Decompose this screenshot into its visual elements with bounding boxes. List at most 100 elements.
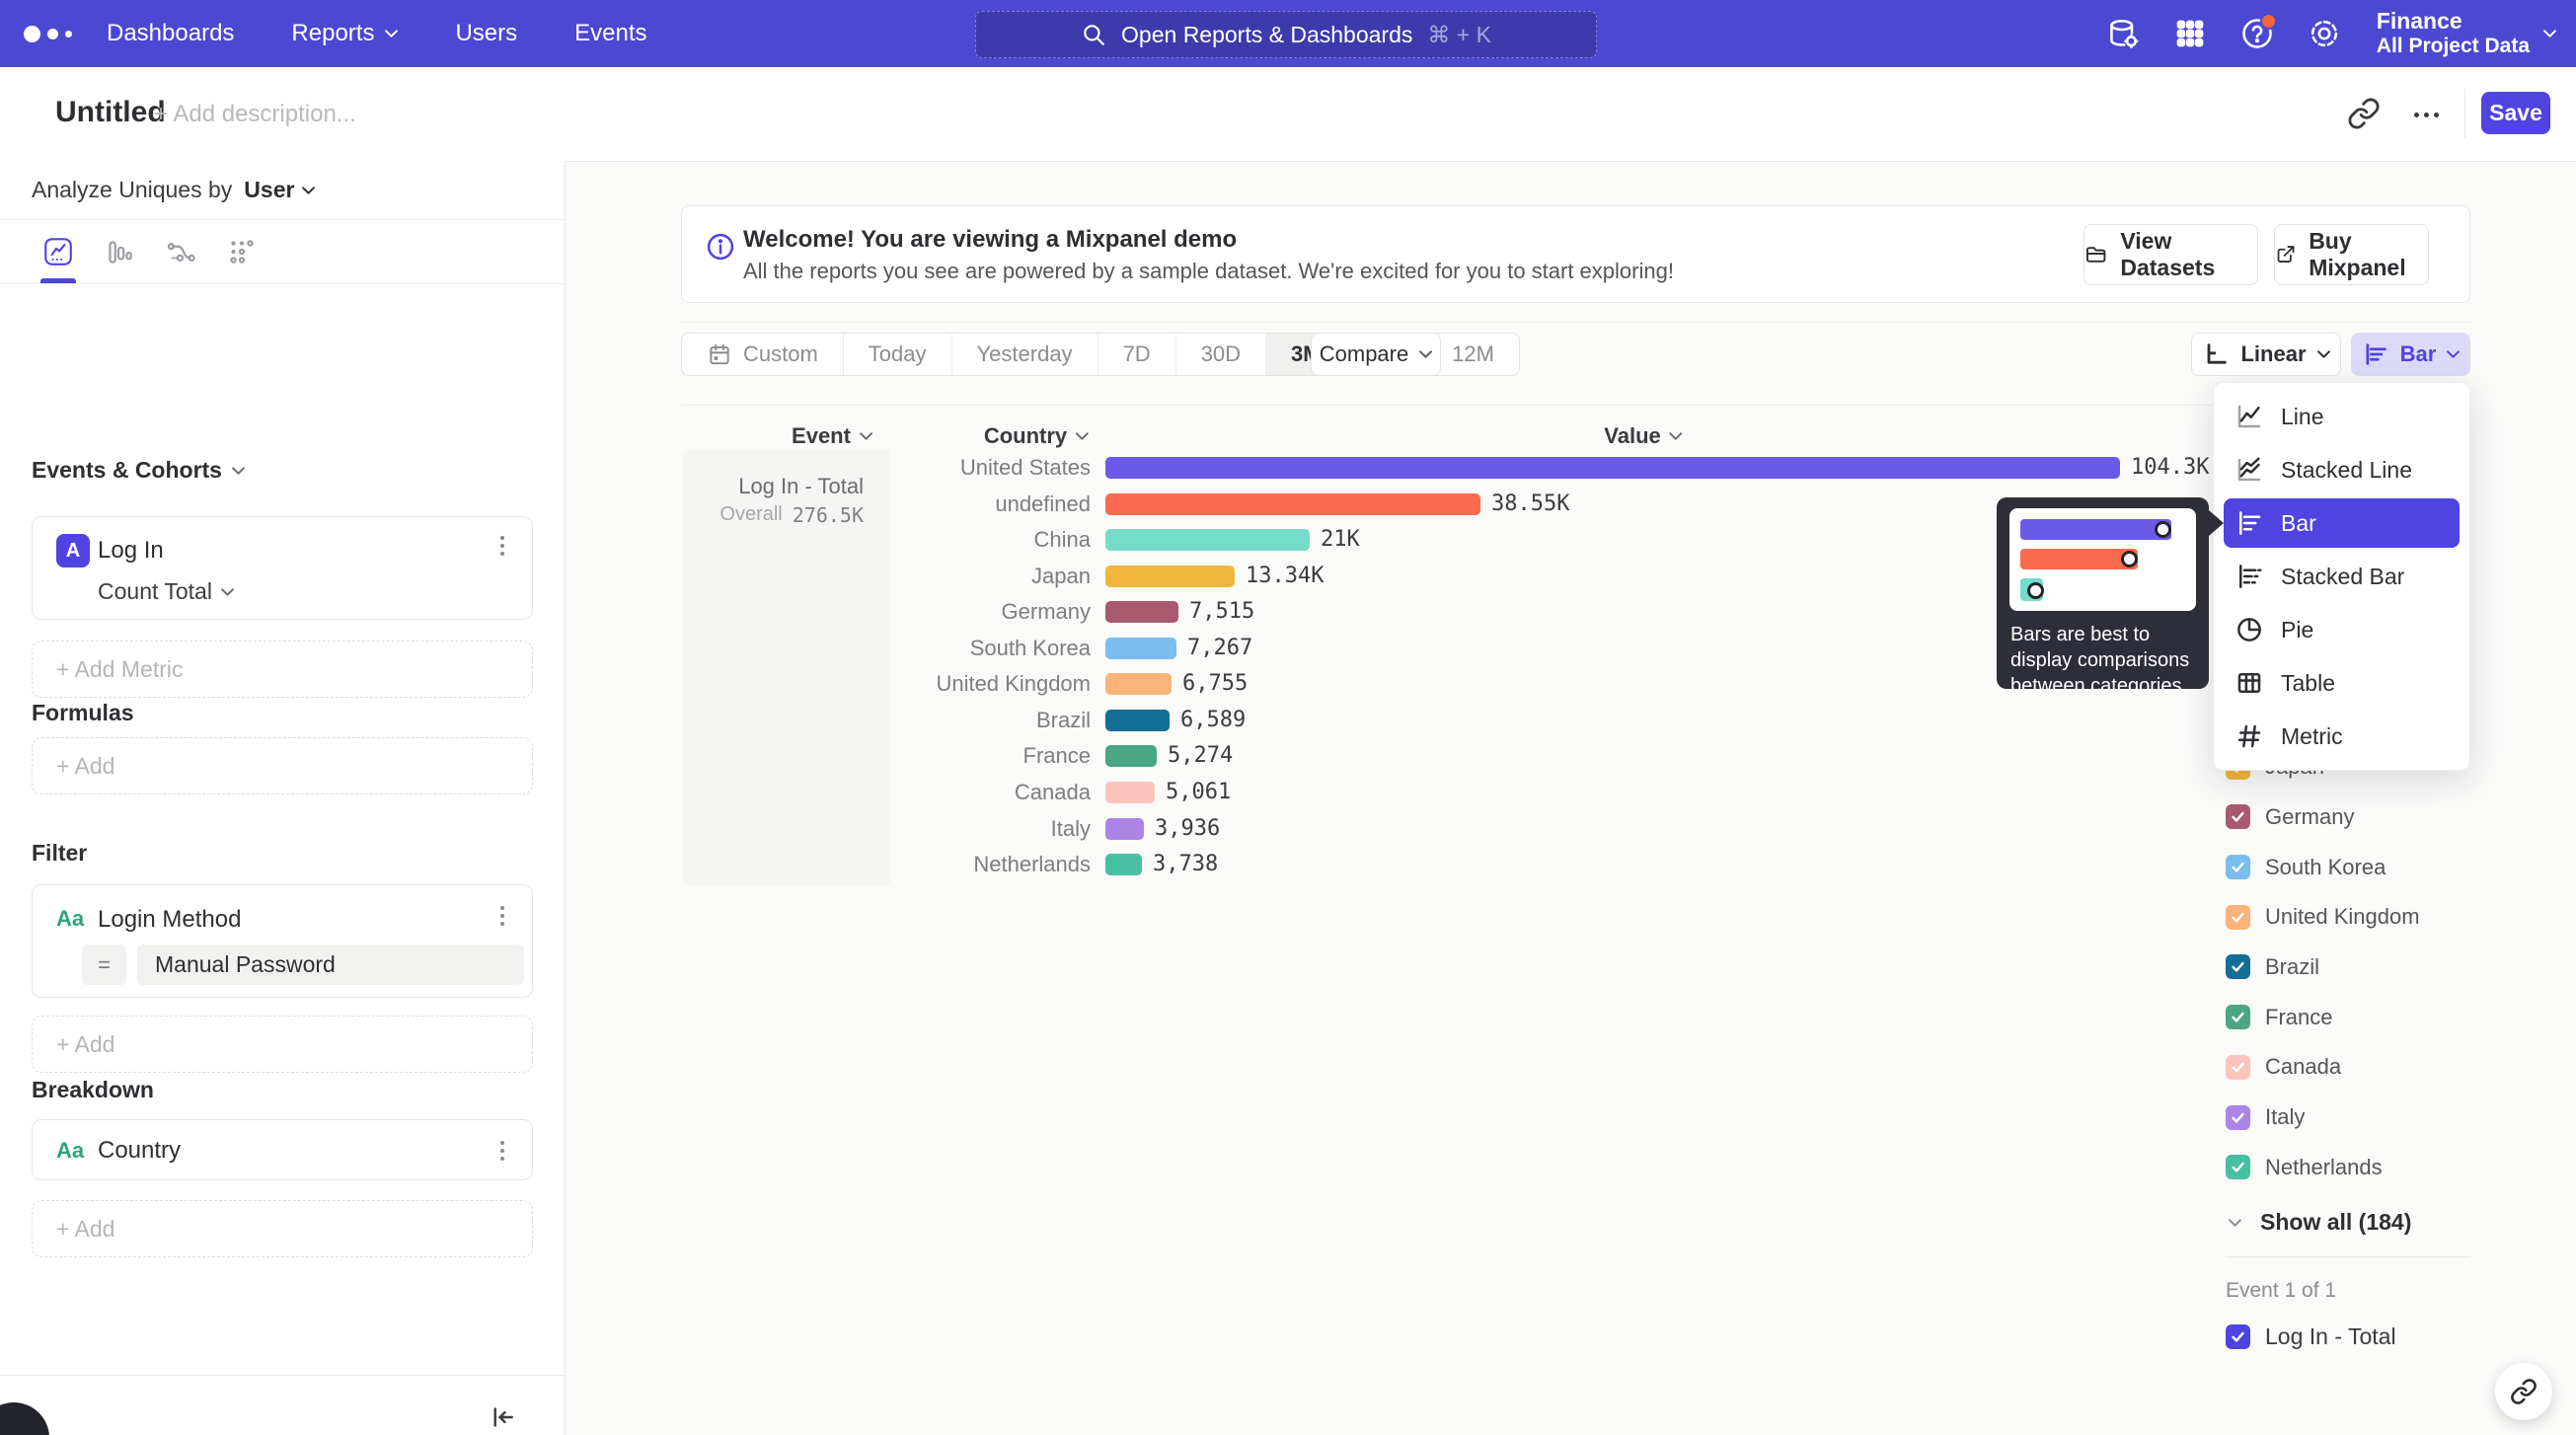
add-metric-button[interactable]: + Add Metric <box>32 641 533 698</box>
data-management-icon[interactable] <box>2104 15 2142 52</box>
checkbox-checked[interactable] <box>2226 1105 2250 1130</box>
nav-item-users[interactable]: Users <box>455 20 517 47</box>
menu-item-metric[interactable]: Metric <box>2224 712 2460 761</box>
bar-france[interactable] <box>1105 745 1157 767</box>
nav-item-reports[interactable]: Reports <box>291 20 398 47</box>
bar-canada[interactable] <box>1105 782 1155 803</box>
collapse-sidebar-icon[interactable] <box>486 1400 525 1435</box>
tab-insights[interactable] <box>28 220 89 283</box>
add-filter-button[interactable]: + Add <box>32 1016 533 1073</box>
nav-item-dashboards[interactable]: Dashboards <box>107 20 234 47</box>
legend-item-canada[interactable]: Canada <box>2226 1054 2341 1080</box>
bar-germany[interactable] <box>1105 601 1178 623</box>
date-range-7d[interactable]: 7D <box>1099 334 1176 375</box>
report-title[interactable]: Untitled <box>55 96 166 129</box>
menu-item-stacked-line[interactable]: Stacked Line <box>2224 445 2460 494</box>
filter-property-name[interactable]: Login Method <box>98 906 241 934</box>
filter-card-login-method[interactable]: Aa Login Method = Manual Password <box>32 884 533 998</box>
bar-united-kingdom[interactable] <box>1105 673 1172 695</box>
checkbox-checked[interactable] <box>2226 855 2250 879</box>
legend-item-france[interactable]: France <box>2226 1005 2332 1030</box>
legend-item-germany[interactable]: Germany <box>2226 804 2354 830</box>
add-description-field[interactable]: + Add description... <box>154 101 356 128</box>
date-range-yesterday[interactable]: Yesterday <box>952 334 1099 375</box>
bar-netherlands[interactable] <box>1105 854 1142 875</box>
metric-kebab-menu[interactable] <box>491 533 514 559</box>
nav-item-events[interactable]: Events <box>574 20 646 47</box>
bar-brazil[interactable] <box>1105 710 1170 731</box>
project-selector[interactable]: Finance All Project Data <box>2373 9 2556 57</box>
menu-item-bar[interactable]: Bar <box>2224 498 2460 548</box>
legend-item-netherlands[interactable]: Netherlands <box>2226 1155 2383 1180</box>
bar-japan[interactable] <box>1105 566 1235 587</box>
breakdown-property-name[interactable]: Country <box>98 1137 181 1165</box>
chart-type-button[interactable]: Bar <box>2351 333 2470 376</box>
analyze-entity-dropdown[interactable]: User <box>244 177 315 203</box>
mixpanel-logo-icon[interactable] <box>24 0 72 67</box>
add-formula-button[interactable]: + Add <box>32 737 533 794</box>
breakdown-kebab-menu[interactable] <box>491 1138 514 1164</box>
chevron-down-icon <box>1076 432 1089 440</box>
column-header-event[interactable]: Event <box>792 423 872 449</box>
bar-united-states[interactable] <box>1105 457 2120 479</box>
bar-italy[interactable] <box>1105 818 1144 840</box>
buy-mixpanel-button[interactable]: Buy Mixpanel <box>2274 224 2429 285</box>
filter-value-chip[interactable]: Manual Password <box>137 944 524 985</box>
checkbox-checked[interactable] <box>2226 954 2250 979</box>
tab-funnels[interactable] <box>89 220 150 283</box>
bar-south-korea[interactable] <box>1105 638 1176 659</box>
legend-event-series[interactable]: Log In - Total <box>2226 1323 2396 1350</box>
events-cohorts-header[interactable]: Events & Cohorts <box>32 457 245 484</box>
bar-value-china: 21K <box>1321 527 1360 552</box>
legend-item-south-korea[interactable]: South Korea <box>2226 855 2386 880</box>
global-search-input[interactable]: Open Reports & Dashboards ⌘ + K <box>975 11 1597 58</box>
checkbox-checked[interactable] <box>2226 1155 2250 1179</box>
legend-show-all[interactable]: Show all (184) <box>2229 1209 2411 1236</box>
menu-item-stacked-bar[interactable]: Stacked Bar <box>2224 552 2460 601</box>
help-icon[interactable] <box>2238 15 2276 52</box>
apps-grid-icon[interactable] <box>2171 15 2209 52</box>
chevron-down-icon <box>221 588 234 596</box>
date-range-today[interactable]: Today <box>844 334 952 375</box>
metric-card-log-in[interactable]: A Log In Count Total <box>32 516 533 620</box>
date-range-custom[interactable]: Custom <box>682 334 844 375</box>
legend-item-united-kingdom[interactable]: United Kingdom <box>2226 904 2420 930</box>
aggregation-dropdown[interactable]: Count Total <box>98 578 234 605</box>
filter-operator-chip[interactable]: = <box>82 944 126 985</box>
save-button[interactable]: Save <box>2481 92 2550 134</box>
tab-retention[interactable] <box>211 220 272 283</box>
copy-link-icon[interactable] <box>2347 97 2383 132</box>
checkbox-checked[interactable] <box>2226 1324 2250 1349</box>
legend-item-brazil[interactable]: Brazil <box>2226 954 2319 980</box>
bar-label-south-korea: South Korea <box>849 636 1091 661</box>
bar-undefined[interactable] <box>1105 493 1480 515</box>
compare-button[interactable]: Compare <box>1311 333 1441 376</box>
share-link-fab[interactable] <box>2495 1363 2552 1420</box>
menu-item-line[interactable]: Line <box>2224 392 2460 441</box>
checkbox-checked[interactable] <box>2226 905 2250 930</box>
date-range-12m[interactable]: 12M <box>1427 334 1519 375</box>
checkbox-checked[interactable] <box>2226 1055 2250 1080</box>
menu-item-pie[interactable]: Pie <box>2224 605 2460 654</box>
bar-label-undefined: undefined <box>849 491 1091 517</box>
legend-item-italy[interactable]: Italy <box>2226 1104 2305 1130</box>
scale-toggle-button[interactable]: Linear <box>2191 333 2341 376</box>
metric-event-name[interactable]: Log In <box>98 537 164 565</box>
demo-banner: Welcome! You are viewing a Mixpanel demo… <box>681 205 2470 303</box>
more-options-button[interactable] <box>2406 97 2446 132</box>
breakdown-card-country[interactable]: Aa Country <box>32 1119 533 1180</box>
bar-label-united-states: United States <box>849 455 1091 481</box>
checkbox-checked[interactable] <box>2226 804 2250 829</box>
add-breakdown-button[interactable]: + Add <box>32 1200 533 1257</box>
settings-gear-icon[interactable] <box>2306 15 2343 52</box>
date-range-30d[interactable]: 30D <box>1176 334 1266 375</box>
menu-item-table[interactable]: Table <box>2224 658 2460 708</box>
checkbox-checked[interactable] <box>2226 1005 2250 1029</box>
view-datasets-button[interactable]: View Datasets <box>2084 224 2258 285</box>
filter-kebab-menu[interactable] <box>491 903 514 929</box>
column-header-value[interactable]: Value <box>1604 423 1682 449</box>
bar-china[interactable] <box>1105 529 1310 551</box>
chevron-down-icon <box>2229 1219 2241 1227</box>
column-header-country[interactable]: Country <box>984 423 1089 449</box>
tab-flows[interactable] <box>150 220 211 283</box>
